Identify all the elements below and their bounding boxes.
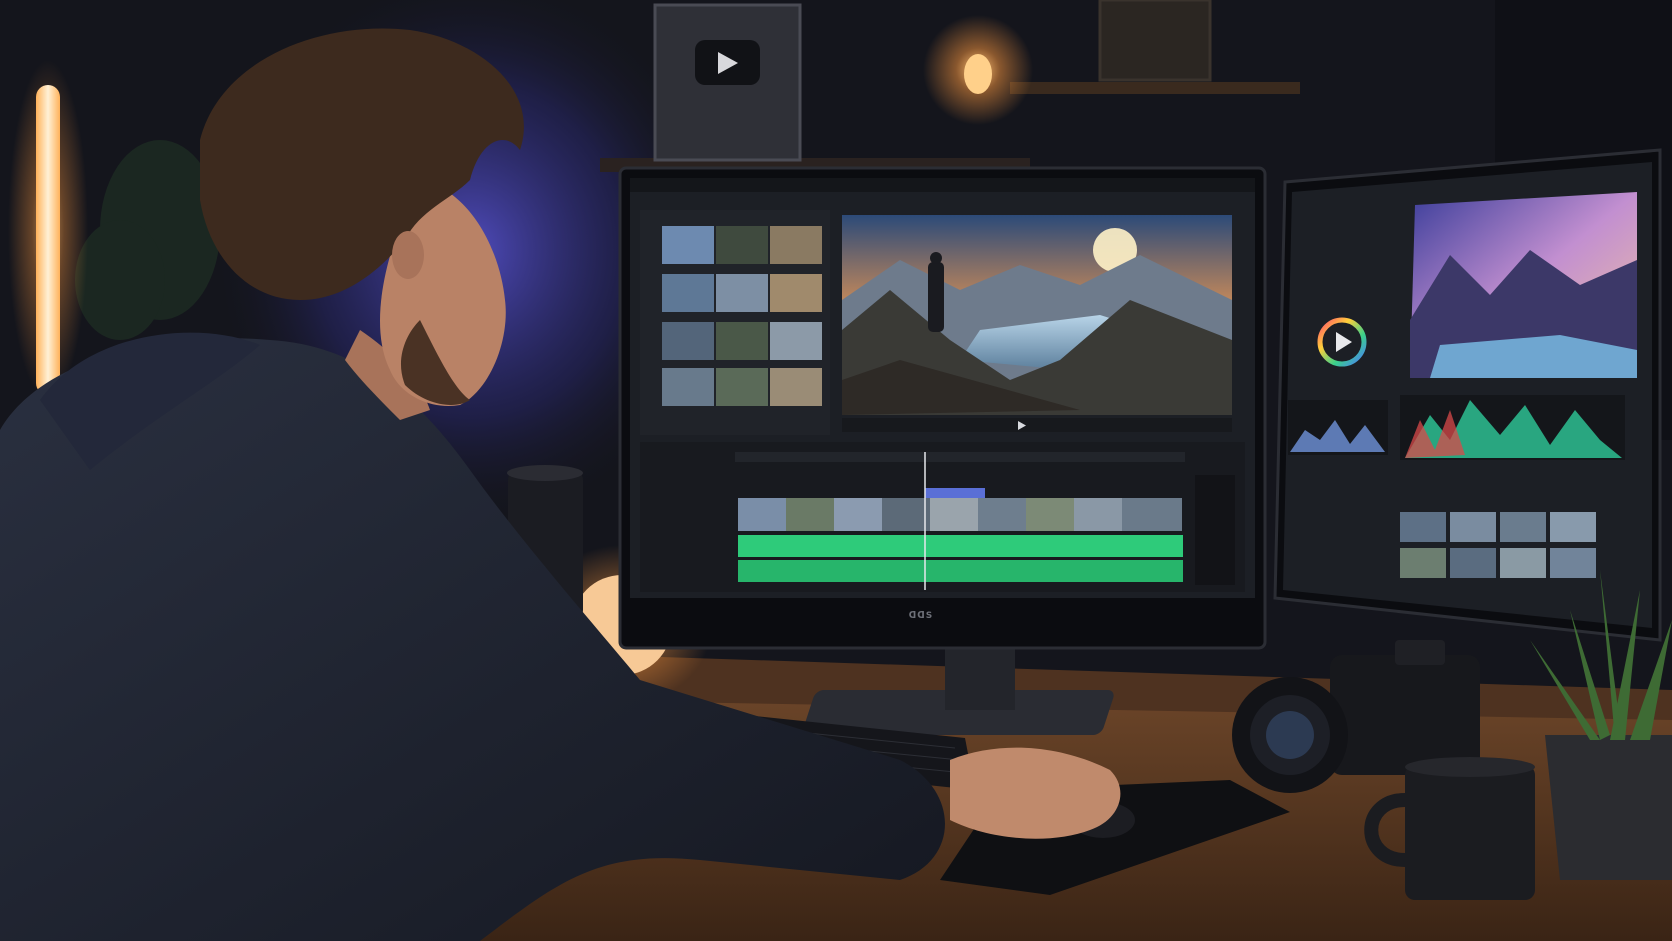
audio-track-2	[738, 560, 1183, 582]
audio-track-1	[738, 535, 1183, 557]
audio-meters	[1195, 475, 1235, 585]
timeline-ruler	[735, 452, 1185, 462]
transport-controls	[842, 418, 1232, 432]
video-editing-desk-scene: ᗡᗡS	[0, 0, 1672, 941]
monitor-brand-logo: ᗡᗡS	[908, 611, 934, 621]
led-light-tube	[36, 85, 60, 395]
app-titlebar	[630, 178, 1255, 192]
shelf-frame	[1098, 0, 1212, 82]
hiker-head	[930, 252, 942, 264]
hiker-figure	[928, 262, 944, 332]
pendant-bulb	[964, 54, 992, 94]
secondary-monitor	[1273, 148, 1662, 642]
ear	[392, 231, 424, 279]
upper-shelf	[1010, 82, 1300, 94]
video-track-clips	[738, 498, 1182, 531]
lens-top	[507, 465, 583, 481]
